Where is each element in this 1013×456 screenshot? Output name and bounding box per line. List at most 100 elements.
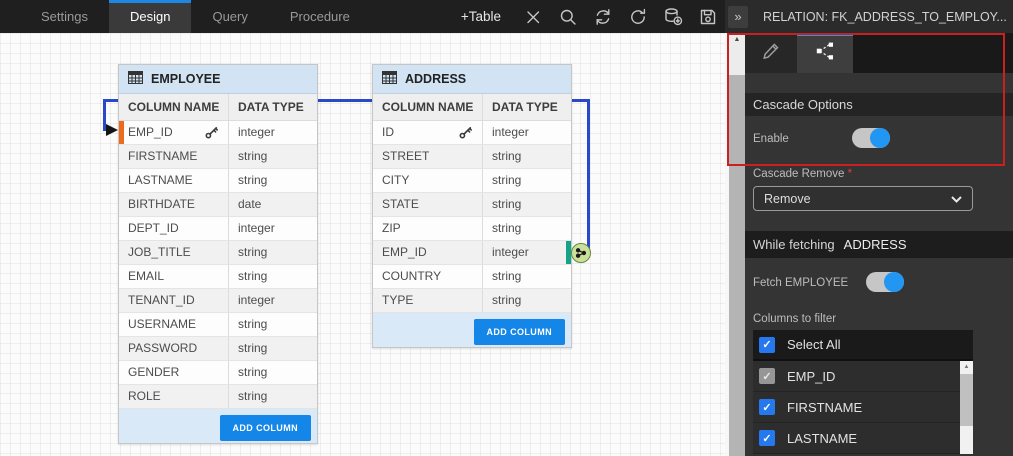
column-row-id[interactable]: ID integer (373, 121, 571, 145)
column-type: string (229, 313, 317, 336)
select-all-row[interactable]: ✓ Select All (753, 330, 973, 361)
column-row-type[interactable]: TYPE string (373, 289, 571, 313)
column-row-firstname[interactable]: FIRSTNAME string (119, 145, 317, 169)
column-type: integer (483, 121, 571, 144)
column-row-emp_id[interactable]: EMP_IDinteger (373, 241, 571, 265)
relation-properties-panel: » RELATION: FK_ADDRESS_TO_EMPLOY... ▲ (725, 0, 1013, 456)
column-row-country[interactable]: COUNTRYstring (373, 265, 571, 289)
scrollbar-thumb[interactable] (960, 374, 973, 426)
scrollbar-up-icon[interactable]: ▲ (960, 361, 973, 374)
tab-edit-column[interactable] (745, 33, 797, 73)
column-row-lastname[interactable]: LASTNAMEstring (119, 169, 317, 193)
select-all-label: Select All (787, 337, 840, 352)
select-value: Remove (764, 192, 951, 206)
add-table-button[interactable]: +Table (461, 9, 501, 24)
columns-to-filter-label: Columns to filter (753, 313, 836, 325)
column-row-gender[interactable]: GENDERstring (119, 361, 317, 385)
filter-list-scrollbar[interactable]: ▲ (960, 361, 973, 454)
column-name-cell: DEPT_ID (119, 217, 229, 240)
toolbar-tab-design[interactable]: Design (109, 0, 191, 33)
select-all-checkbox[interactable]: ✓ (759, 337, 775, 353)
primary-key-icon (459, 126, 472, 139)
filter-row-emp_id[interactable]: ✓EMP_ID (753, 361, 973, 392)
toolbar-tabs: SettingsDesignQueryProcedure (20, 0, 371, 33)
column-name-cell: EMP_ID (373, 241, 483, 264)
column-row-email[interactable]: EMAILstring (119, 265, 317, 289)
column-row-city[interactable]: CITYstring (373, 169, 571, 193)
column-name: ID (382, 121, 394, 144)
relation-arrow-icon (106, 124, 118, 136)
close-icon[interactable] (515, 0, 550, 33)
column-name: TYPE (382, 289, 413, 312)
pencil-icon (761, 41, 781, 66)
table-employee[interactable]: EMPLOYEE COLUMN NAME DATA TYPE EMP_IDint… (118, 64, 318, 444)
checkbox-lastname[interactable]: ✓ (759, 430, 775, 446)
table-title: ADDRESS (405, 72, 466, 86)
toolbar-spacer (371, 0, 461, 33)
table-address[interactable]: ADDRESS COLUMN NAME DATA TYPE IDintegerS… (372, 64, 572, 348)
refresh-icon[interactable] (620, 0, 655, 33)
column-name-cell: TENANT_ID (119, 289, 229, 312)
column-type: string (229, 145, 317, 168)
checkbox-firstname[interactable]: ✓ (759, 399, 775, 415)
enable-toggle[interactable] (852, 128, 890, 148)
data-type-header: DATA TYPE (229, 94, 317, 120)
export-db-icon[interactable] (655, 0, 690, 33)
column-name-cell: BIRTHDATE (119, 193, 229, 216)
add-column-button[interactable]: ADD COLUMN (474, 319, 566, 345)
panel-scrollbar[interactable]: ▲ (729, 33, 745, 456)
column-name-cell: PASSWORD (119, 337, 229, 360)
column-name-cell: GENDER (119, 361, 229, 384)
column-name: PASSWORD (128, 337, 197, 360)
column-name-cell: USERNAME (119, 313, 229, 336)
foreign-key-connector-icon[interactable] (571, 243, 591, 263)
column-row-username[interactable]: USERNAMEstring (119, 313, 317, 337)
cascade-remove-select[interactable]: Remove (753, 186, 973, 211)
relation-line-right-vertical (587, 99, 590, 253)
filter-items: ✓EMP_ID✓FIRSTNAME✓LASTNAME ▲ (753, 361, 973, 454)
column-type: string (483, 289, 571, 312)
column-row-emp_id[interactable]: EMP_IDinteger (119, 121, 317, 145)
tab-relation[interactable] (797, 33, 853, 73)
table-address-header[interactable]: ADDRESS (373, 65, 571, 94)
column-row-birthdate[interactable]: BIRTHDATEdate (119, 193, 317, 217)
column-name-cell: STATE (373, 193, 483, 216)
table-employee-header[interactable]: EMPLOYEE (119, 65, 317, 94)
column-type: integer (229, 289, 317, 312)
column-row-zip[interactable]: ZIPstring (373, 217, 571, 241)
add-column-button[interactable]: ADD COLUMN (220, 415, 312, 441)
column-row-street[interactable]: STREETstring (373, 145, 571, 169)
toolbar-tab-procedure[interactable]: Procedure (269, 0, 371, 33)
toolbar-tab-settings[interactable]: Settings (20, 0, 109, 33)
column-row-job_title[interactable]: JOB_TITLEstring (119, 241, 317, 265)
column-row-state[interactable]: STATEstring (373, 193, 571, 217)
column-type: integer (229, 217, 317, 240)
column-row-dept_id[interactable]: DEPT_IDinteger (119, 217, 317, 241)
fetch-employee-toggle[interactable] (866, 272, 904, 292)
save-icon[interactable] (690, 0, 725, 33)
cascade-options-section-header: Cascade Options (745, 93, 1013, 116)
column-name: EMAIL (128, 265, 164, 288)
column-row-role[interactable]: ROLE string (119, 385, 317, 409)
filter-row-lastname[interactable]: ✓LASTNAME (753, 423, 973, 454)
column-row-tenant_id[interactable]: TENANT_IDinteger (119, 289, 317, 313)
column-name: EMP_ID (382, 241, 427, 264)
toggle-thumb (884, 272, 904, 292)
collapse-panel-icon[interactable]: » (728, 6, 748, 28)
column-row-password[interactable]: PASSWORDstring (119, 337, 317, 361)
column-name-cell: CITY (373, 169, 483, 192)
column-name-cell: EMP_ID (119, 121, 229, 144)
filter-row-firstname[interactable]: ✓FIRSTNAME (753, 392, 973, 423)
column-name: ROLE (128, 385, 161, 408)
search-icon[interactable] (550, 0, 585, 33)
scrollbar-thumb[interactable] (729, 75, 745, 456)
scrollbar-up-icon[interactable]: ▲ (729, 33, 745, 47)
toolbar-tab-query[interactable]: Query (191, 0, 268, 33)
column-type: string (229, 169, 317, 192)
panel-header: » RELATION: FK_ADDRESS_TO_EMPLOY... (725, 0, 1013, 33)
panel-title: RELATION: FK_ADDRESS_TO_EMPLOY... (763, 10, 1007, 24)
column-name: FIRSTNAME (128, 145, 197, 168)
column-type: string (229, 385, 317, 408)
column-name-cell: COUNTRY (373, 265, 483, 288)
sync-icon[interactable] (585, 0, 620, 33)
